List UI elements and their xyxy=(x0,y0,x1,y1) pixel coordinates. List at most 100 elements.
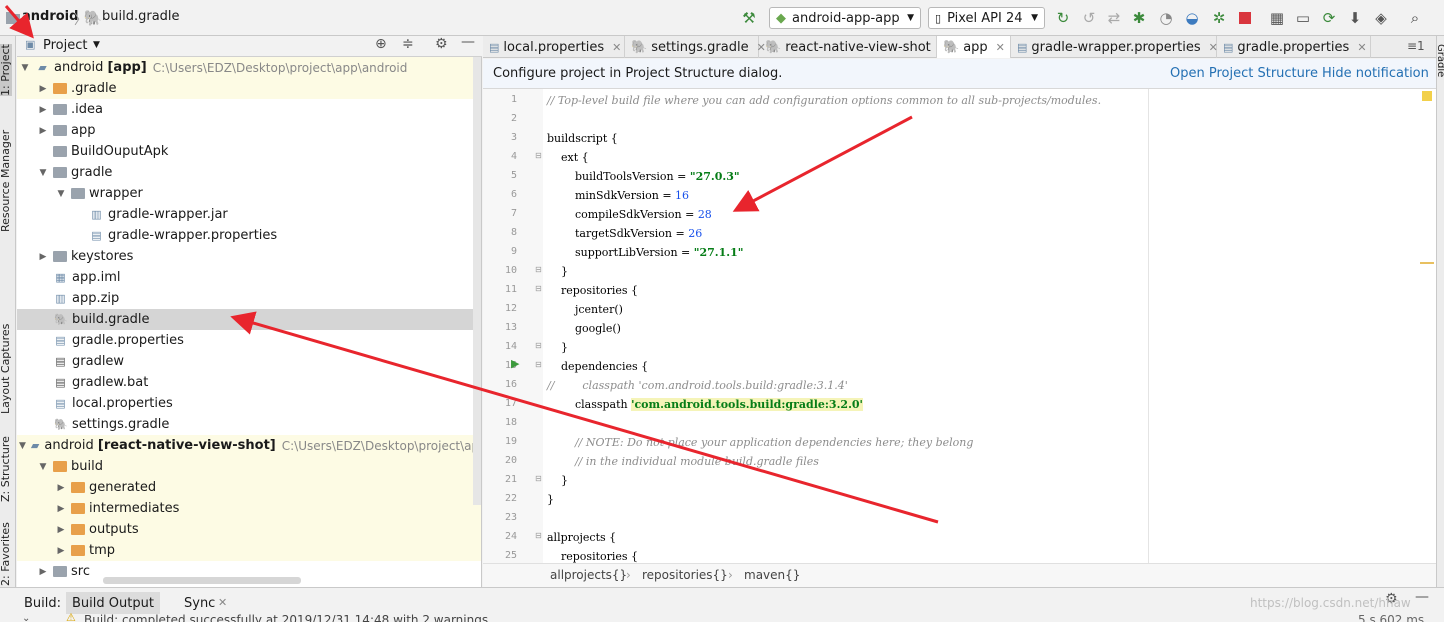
tab-react-native-view-shot[interactable]: 🐘react-native-view-shot✕ xyxy=(759,36,948,58)
tree-row-idea[interactable]: ▶ .idea xyxy=(17,99,481,120)
tree-row-app-iml[interactable]: ▦ app.iml xyxy=(17,267,481,288)
tab-build-output[interactable]: Build Output xyxy=(66,592,160,614)
project-view-select[interactable]: Project xyxy=(43,38,87,53)
fold-icon[interactable]: ⊟ xyxy=(535,474,542,483)
tree-row-intermediates[interactable]: ▶ intermediates xyxy=(17,498,481,519)
tab-list-icon[interactable]: ≡1 xyxy=(1407,39,1425,53)
tab-local-properties[interactable]: ▤ local.properties ✕ xyxy=(483,36,625,58)
gear-icon[interactable]: ⚙ xyxy=(435,36,448,52)
attach-debugger-icon[interactable]: ✲ xyxy=(1210,9,1228,27)
minimize-icon[interactable]: — xyxy=(1415,589,1429,605)
code-editor[interactable]: // Top-level build file where you can ad… xyxy=(543,89,1436,563)
expand-arrow-icon[interactable]: ▼ xyxy=(19,63,31,73)
sdk-manager-icon[interactable]: ⬇ xyxy=(1346,9,1364,27)
close-icon[interactable]: ✕ xyxy=(612,41,621,54)
expand-arrow-icon[interactable]: ▶ xyxy=(37,252,49,262)
rerun-icon[interactable]: ↻ xyxy=(1054,9,1072,27)
debug-icon[interactable]: ✱ xyxy=(1130,9,1148,27)
fold-icon[interactable]: ⊟ xyxy=(535,531,542,540)
tree-row-gradle-dir[interactable]: ▶ .gradle xyxy=(17,78,481,99)
run-config-select[interactable]: ◆ android-app-app ▼ xyxy=(769,7,921,29)
tab-sync[interactable]: Sync xyxy=(178,592,221,614)
expand-arrow-icon[interactable]: ▶ xyxy=(55,525,67,535)
fold-icon[interactable]: ⊟ xyxy=(535,360,542,369)
expand-arrow-icon[interactable]: ▶ xyxy=(55,504,67,514)
expand-arrow-icon[interactable]: ▶ xyxy=(37,567,49,577)
expand-arrow-icon[interactable]: ▶ xyxy=(37,105,49,115)
avd-manager-icon[interactable]: ▭ xyxy=(1294,9,1312,27)
close-icon[interactable]: ✕ xyxy=(996,41,1005,54)
chevron-down-icon[interactable]: ▼ xyxy=(93,40,100,50)
layout-inspector-icon[interactable]: ◈ xyxy=(1372,9,1390,27)
fold-icon[interactable]: ⊟ xyxy=(535,284,542,293)
tool-window-resource-manager[interactable]: Resource Manager xyxy=(0,130,12,232)
search-icon[interactable]: ⌕ xyxy=(1406,9,1424,27)
sync-gradle-icon[interactable]: ⟳ xyxy=(1320,9,1338,27)
tree-row-build[interactable]: ▼ build xyxy=(17,456,481,477)
code-breadcrumb-item[interactable]: maven{} xyxy=(744,568,800,582)
tab-app[interactable]: 🐘 app ✕ xyxy=(937,36,1011,58)
tree-row-keystores[interactable]: ▶ keystores xyxy=(17,246,481,267)
tree-row-app[interactable]: ▶ app xyxy=(17,120,481,141)
tab-gradle-properties[interactable]: ▤ gradle.properties ✕ xyxy=(1217,36,1371,58)
code-breadcrumb-item[interactable]: allprojects{} xyxy=(550,568,627,582)
breadcrumb-file[interactable]: build.gradle xyxy=(102,9,180,24)
tool-window-gradle[interactable]: Gradle xyxy=(1435,44,1444,77)
chevron-down-icon[interactable]: ⌄ xyxy=(22,613,30,622)
tool-window-structure[interactable]: Z: Structure xyxy=(0,436,12,502)
breadcrumb-root[interactable]: android xyxy=(22,9,78,24)
tree-row-gradle-properties[interactable]: ▤ gradle.properties xyxy=(17,330,481,351)
apply-changes-icon[interactable]: ↺ xyxy=(1080,9,1098,27)
device-select[interactable]: ▯ Pixel API 24 ▼ xyxy=(928,7,1045,29)
tree-row-settings-gradle[interactable]: 🐘 settings.gradle xyxy=(17,414,481,435)
tree-row-tmp[interactable]: ▶ tmp xyxy=(17,540,481,561)
tab-settings-gradle[interactable]: 🐘 settings.gradle ✕ xyxy=(625,36,766,58)
expand-arrow-icon[interactable]: ▼ xyxy=(19,441,26,451)
tree-row-app-zip[interactable]: ▥ app.zip xyxy=(17,288,481,309)
tool-window-layout-captures[interactable]: Layout Captures xyxy=(0,324,12,414)
expand-arrow-icon[interactable]: ▶ xyxy=(37,126,49,136)
code-breadcrumb-item[interactable]: repositories{} xyxy=(642,568,728,582)
hide-notification-link[interactable]: Hide notification xyxy=(1322,66,1429,81)
fold-icon[interactable]: ⊟ xyxy=(535,341,542,350)
tree-row-android-react-native-view-shot[interactable]: ▼ ▰ android [react-native-view-shot] C:\… xyxy=(17,435,481,456)
horizontal-scrollbar[interactable] xyxy=(103,577,301,584)
profile-icon[interactable]: ◔ xyxy=(1157,9,1175,27)
minimize-icon[interactable]: — xyxy=(461,34,475,50)
locate-icon[interactable]: ⊕ xyxy=(375,36,387,52)
inspection-status-icon[interactable] xyxy=(1422,91,1432,101)
tree-row-gradlew[interactable]: ▤ gradlew xyxy=(17,351,481,372)
stop-icon[interactable] xyxy=(1236,9,1254,27)
tree-row-local-properties[interactable]: ▤ local.properties xyxy=(17,393,481,414)
close-icon[interactable]: ✕ xyxy=(218,596,227,609)
tree-row-gradle[interactable]: ▼ gradle xyxy=(17,162,481,183)
tool-window-project[interactable]: 1: Project xyxy=(0,44,12,96)
fold-icon[interactable]: ⊟ xyxy=(535,265,542,274)
collapse-all-icon[interactable]: ≑ xyxy=(402,36,414,52)
hammer-icon[interactable]: ⚒ xyxy=(740,9,758,27)
tree-row-buildouputapk[interactable]: BuildOuputApk xyxy=(17,141,481,162)
project-structure-icon[interactable]: ▦ xyxy=(1268,9,1286,27)
expand-arrow-icon[interactable]: ▶ xyxy=(37,84,49,94)
tree-row-build-gradle[interactable]: 🐘 build.gradle xyxy=(17,309,481,330)
warning-stripe-marker[interactable] xyxy=(1420,262,1434,264)
expand-arrow-icon[interactable]: ▼ xyxy=(37,462,49,472)
fold-icon[interactable]: ⊟ xyxy=(535,151,542,160)
apply-code-changes-icon[interactable]: ⇄ xyxy=(1105,9,1123,27)
tool-window-favorites[interactable]: 2: Favorites xyxy=(0,522,12,586)
profiler-icon[interactable]: ◒ xyxy=(1183,9,1201,27)
vertical-scrollbar[interactable] xyxy=(473,57,481,505)
tree-row-wrapper[interactable]: ▼ wrapper xyxy=(17,183,481,204)
expand-arrow-icon[interactable]: ▼ xyxy=(55,189,67,199)
tree-row-outputs[interactable]: ▶ outputs xyxy=(17,519,481,540)
expand-arrow-icon[interactable]: ▼ xyxy=(37,168,49,178)
expand-arrow-icon[interactable]: ▶ xyxy=(55,546,67,556)
open-project-structure-link[interactable]: Open Project Structure xyxy=(1170,66,1318,81)
close-icon[interactable]: ✕ xyxy=(1357,41,1366,54)
tree-row-gradle-wrapper-properties[interactable]: ▤ gradle-wrapper.properties xyxy=(17,225,481,246)
tree-row-android-app[interactable]: ▼ ▰ android [app] C:\Users\EDZ\Desktop\p… xyxy=(17,57,481,78)
tree-row-gradlew-bat[interactable]: ▤ gradlew.bat xyxy=(17,372,481,393)
tree-row-gradle-wrapper-jar[interactable]: ▥ gradle-wrapper.jar xyxy=(17,204,481,225)
tab-gradle-wrapper-properties[interactable]: ▤ gradle-wrapper.properties ✕ xyxy=(1011,36,1218,58)
run-gutter-icon[interactable]: ▶ xyxy=(511,357,519,370)
